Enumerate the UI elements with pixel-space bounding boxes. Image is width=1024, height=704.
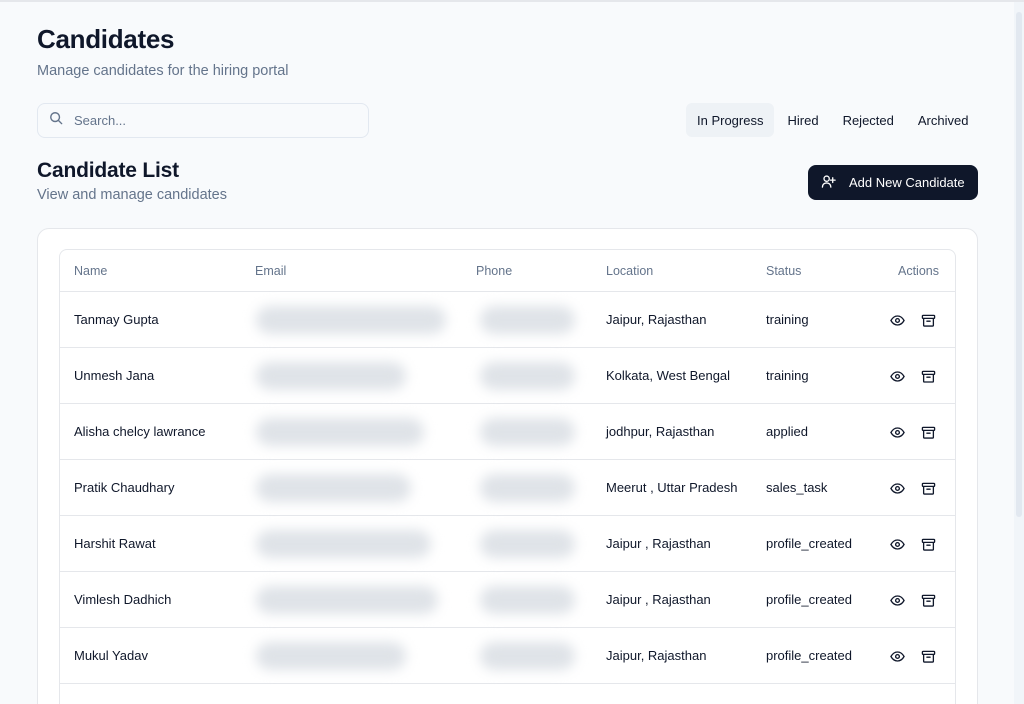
column-header-phone: Phone bbox=[476, 264, 513, 278]
tab-in-progress[interactable]: In Progress bbox=[686, 103, 775, 137]
candidate-name: Alisha chelcy lawrance bbox=[74, 424, 206, 439]
candidate-table: Name Email Phone Location Status Actions… bbox=[59, 249, 956, 704]
view-candidate-button[interactable] bbox=[888, 535, 906, 553]
tab-archived[interactable]: Archived bbox=[907, 103, 980, 137]
candidate-name: Pratik Chaudhary bbox=[74, 480, 175, 495]
archive-candidate-button[interactable] bbox=[919, 647, 937, 665]
archive-candidate-button[interactable] bbox=[919, 535, 937, 553]
table-row-empty bbox=[60, 685, 955, 704]
section-title: Candidate List bbox=[37, 159, 179, 182]
candidate-email-redacted bbox=[256, 418, 424, 446]
candidate-email-redacted bbox=[256, 306, 446, 334]
add-new-candidate-button[interactable]: Add New Candidate bbox=[808, 165, 978, 200]
candidate-phone-redacted bbox=[480, 306, 575, 334]
candidate-phone-redacted bbox=[480, 362, 575, 390]
archive-icon bbox=[921, 313, 936, 328]
candidate-phone-redacted bbox=[480, 642, 575, 670]
table-row: Vimlesh Dadhich Jaipur , Rajasthan profile… bbox=[60, 572, 955, 628]
table-row: Unmesh Jana Kolkata, West Bengal training bbox=[60, 348, 955, 404]
table-row: Mukul Yadav Jaipur, Rajasthan profile_crea… bbox=[60, 628, 955, 684]
eye-icon bbox=[889, 313, 905, 328]
archive-icon bbox=[921, 481, 936, 496]
candidate-name: Unmesh Jana bbox=[74, 368, 155, 383]
eye-icon bbox=[889, 593, 905, 608]
candidate-location: Jaipur, Rajasthan bbox=[606, 648, 707, 663]
candidate-location: Jaipur , Rajasthan bbox=[606, 536, 711, 551]
archive-candidate-button[interactable] bbox=[919, 423, 937, 441]
candidate-email-redacted bbox=[256, 642, 406, 670]
candidate-phone-redacted bbox=[480, 418, 575, 446]
archive-icon bbox=[921, 649, 936, 664]
candidate-status: training bbox=[766, 312, 809, 327]
column-header-actions: Actions bbox=[898, 264, 939, 278]
scrollbar-thumb[interactable] bbox=[1016, 12, 1022, 517]
candidate-name: Mukul Yadav bbox=[74, 648, 148, 663]
search-input[interactable] bbox=[74, 113, 344, 128]
candidate-phone-redacted bbox=[480, 586, 575, 614]
view-candidate-button[interactable] bbox=[888, 367, 906, 385]
table-row: Pratik Chaudhary Meerut , Uttar Pradesh sa… bbox=[60, 460, 955, 516]
archive-icon bbox=[921, 369, 936, 384]
view-candidate-button[interactable] bbox=[888, 311, 906, 329]
candidate-location: Jaipur , Rajasthan bbox=[606, 592, 711, 607]
archive-candidate-button[interactable] bbox=[919, 479, 937, 497]
archive-icon bbox=[921, 537, 936, 552]
table-row: Alisha chelcy lawrance jodhpur, Rajasthan… bbox=[60, 404, 955, 460]
table-row: Tanmay Gupta Jaipur, Rajasthan training bbox=[60, 292, 955, 348]
candidate-status: applied bbox=[766, 424, 808, 439]
search-bar[interactable] bbox=[37, 103, 369, 138]
eye-icon bbox=[889, 369, 905, 384]
column-header-status: Status bbox=[766, 264, 802, 278]
page-subtitle: Manage candidates for the hiring portal bbox=[37, 63, 289, 79]
section-subtitle: View and manage candidates bbox=[37, 187, 227, 203]
view-candidate-button[interactable] bbox=[888, 591, 906, 609]
top-border bbox=[0, 0, 1024, 2]
table-row: Harshit Rawat Jaipur , Rajasthan profile_c… bbox=[60, 516, 955, 572]
column-header-location: Location bbox=[606, 264, 654, 278]
eye-icon bbox=[889, 425, 905, 440]
candidate-status: profile_created bbox=[766, 648, 852, 663]
candidate-name: Tanmay Gupta bbox=[74, 312, 159, 327]
archive-icon bbox=[921, 593, 936, 608]
candidate-status: sales_task bbox=[766, 480, 828, 495]
candidate-name: Harshit Rawat bbox=[74, 536, 156, 551]
candidate-email-redacted bbox=[256, 362, 406, 390]
page-scrollbar[interactable] bbox=[1014, 2, 1024, 704]
candidate-name: Vimlesh Dadhich bbox=[74, 592, 172, 607]
view-candidate-button[interactable] bbox=[888, 479, 906, 497]
search-icon bbox=[49, 111, 63, 130]
archive-candidate-button[interactable] bbox=[919, 367, 937, 385]
archive-icon bbox=[921, 425, 936, 440]
column-header-name: Name bbox=[74, 264, 108, 278]
eye-icon bbox=[889, 649, 905, 664]
page-title: Candidates bbox=[37, 24, 175, 54]
candidate-email-redacted bbox=[256, 530, 431, 558]
eye-icon bbox=[889, 481, 905, 496]
candidate-location: Kolkata, West Bengal bbox=[606, 368, 731, 383]
status-tabs: In Progress Hired Rejected Archived bbox=[686, 103, 981, 137]
user-plus-icon bbox=[821, 174, 849, 192]
candidate-phone-redacted bbox=[480, 474, 575, 502]
candidate-location: jodhpur, Rajasthan bbox=[606, 424, 715, 439]
candidate-location: Jaipur, Rajasthan bbox=[606, 312, 707, 327]
candidate-email-redacted bbox=[256, 474, 411, 502]
tab-rejected[interactable]: Rejected bbox=[832, 103, 905, 137]
archive-candidate-button[interactable] bbox=[919, 311, 937, 329]
candidate-email-redacted bbox=[256, 586, 438, 614]
view-candidate-button[interactable] bbox=[888, 647, 906, 665]
candidate-status: training bbox=[766, 368, 809, 383]
column-header-email: Email bbox=[255, 264, 287, 278]
table-header: Name Email Phone Location Status Actions bbox=[60, 250, 955, 292]
eye-icon bbox=[889, 537, 905, 552]
tab-hired[interactable]: Hired bbox=[776, 103, 829, 137]
add-new-candidate-label: Add New Candidate bbox=[849, 175, 965, 190]
candidate-status: profile_created bbox=[766, 592, 852, 607]
view-candidate-button[interactable] bbox=[888, 423, 906, 441]
candidate-status: profile_created bbox=[766, 536, 852, 551]
candidate-location: Meerut , Uttar Pradesh bbox=[606, 480, 738, 495]
candidate-phone-redacted bbox=[480, 530, 575, 558]
archive-candidate-button[interactable] bbox=[919, 591, 937, 609]
